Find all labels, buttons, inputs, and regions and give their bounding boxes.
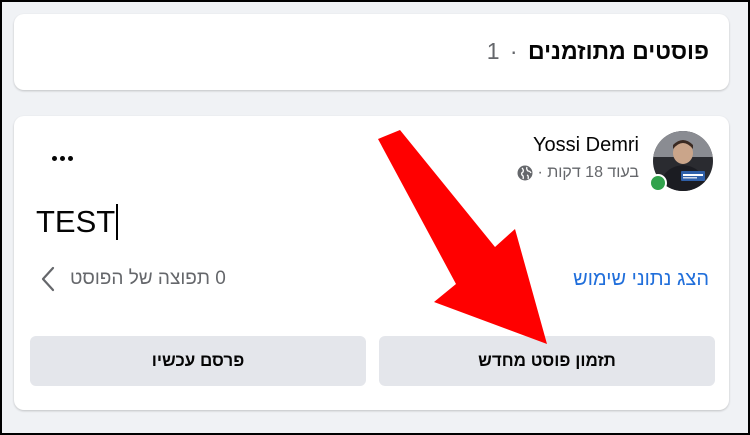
- screenshot-frame: פוסטים מתוזמנים · 1 Yossi Demri בעוד 18 …: [0, 0, 750, 435]
- post-reach-preview: 0 תפוצה של הפוסט: [40, 264, 226, 294]
- post-content[interactable]: TEST: [36, 204, 118, 240]
- more-options-button[interactable]: [44, 148, 80, 168]
- chevron-left-icon[interactable]: [40, 266, 56, 292]
- post-content-text: TEST: [36, 204, 116, 239]
- publish-now-button[interactable]: פרסם עכשיו: [30, 336, 366, 386]
- view-insights-link[interactable]: הצג נתוני שימוש: [573, 268, 709, 291]
- text-caret: [116, 204, 118, 240]
- more-dot-icon: [51, 155, 57, 161]
- post-reach-text: 0 תפוצה של הפוסט: [70, 268, 226, 289]
- globe-icon[interactable]: [517, 165, 533, 181]
- scheduled-posts-header-card: פוסטים מתוזמנים · 1: [14, 14, 729, 90]
- scheduled-count: 1: [486, 38, 500, 64]
- scheduled-post-card: Yossi Demri בעוד 18 דקות · TEST הצג נתונ…: [14, 116, 729, 410]
- more-dot-icon: [59, 155, 65, 161]
- online-status-indicator: [649, 174, 667, 192]
- more-dot-icon: [67, 155, 73, 161]
- post-meta: בעוד 18 דקות ·: [517, 164, 639, 182]
- reschedule-post-button[interactable]: תזמון פוסט מחדש: [379, 336, 715, 386]
- author-name[interactable]: Yossi Demri: [533, 134, 639, 157]
- title-separator: ·: [509, 38, 518, 64]
- scheduled-time[interactable]: בעוד 18 דקות ·: [537, 164, 639, 182]
- page-title-text: פוסטים מתוזמנים: [527, 38, 709, 64]
- page-title: פוסטים מתוזמנים · 1: [487, 38, 709, 65]
